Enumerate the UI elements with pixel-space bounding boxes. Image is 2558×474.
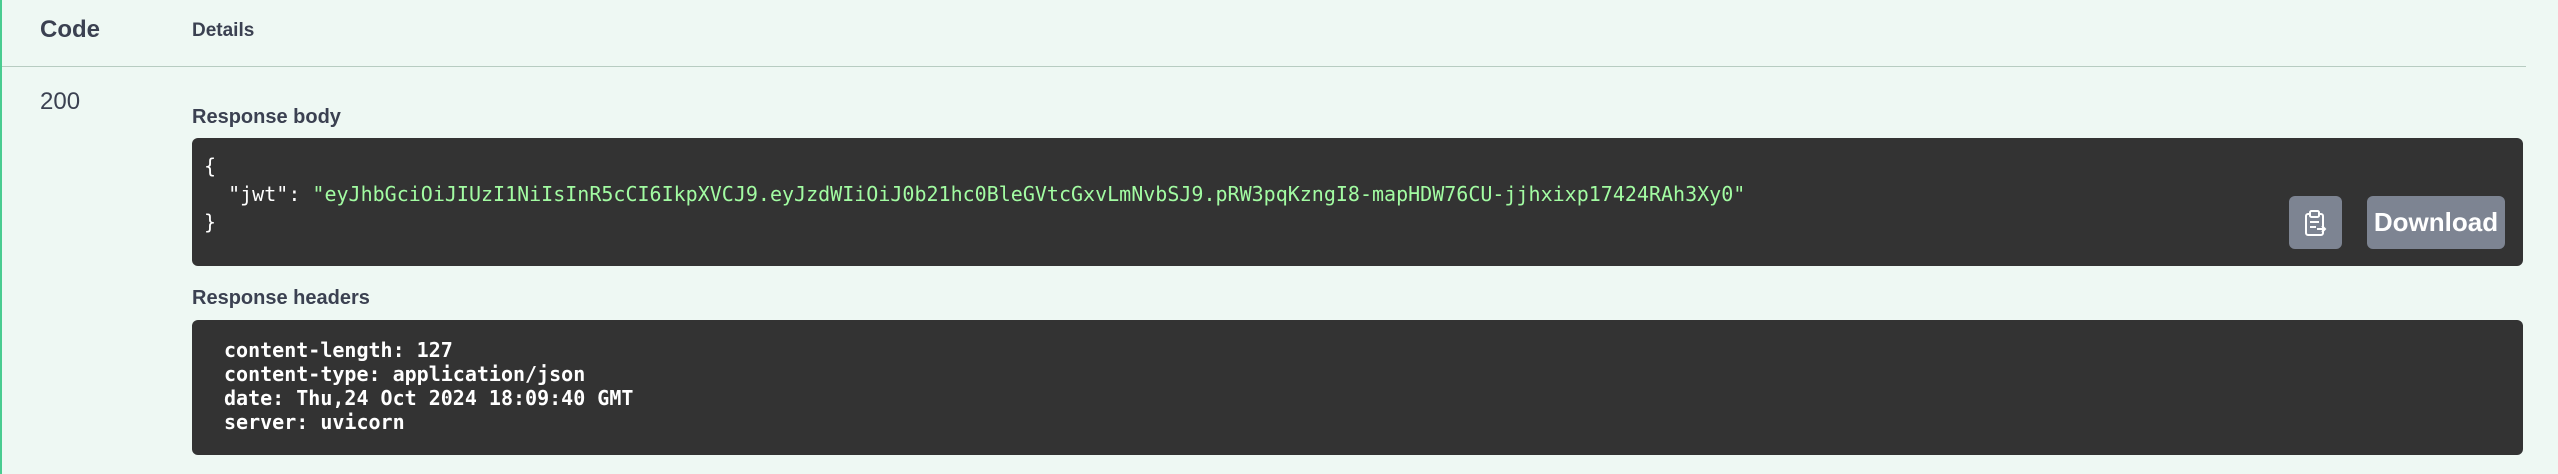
column-header-code: Code [40, 16, 100, 43]
json-close-brace: } [204, 210, 217, 234]
response-status-code: 200 [40, 88, 81, 115]
copy-to-clipboard-button[interactable] [2289, 196, 2342, 249]
json-value-jwt: "eyJhbGciOiJIUzI1NiIsInR5cCI6IkpXVCJ9.ey… [312, 182, 1746, 206]
response-header-line: content-type: application/json [224, 362, 586, 386]
json-jwt-line: "jwt": "eyJhbGciOiJIUzI1NiIsInR5cCI6IkpX… [204, 180, 2511, 208]
json-open-brace: { [204, 154, 217, 178]
response-header-line: server: uvicorn [224, 410, 405, 434]
responses-table-header: Code Details [2, 0, 2526, 67]
response-body-label: Response body [192, 106, 341, 128]
json-key-jwt: "jwt" [228, 182, 289, 206]
column-header-details: Details [192, 20, 255, 41]
response-panel: Code Details 200 Response body { "jwt": … [0, 0, 2558, 474]
download-button[interactable]: Download [2367, 196, 2505, 249]
json-colon: : [288, 182, 313, 206]
clipboard-icon [2304, 209, 2326, 236]
response-headers-code-block[interactable]: content-length: 127 content-type: applic… [192, 320, 2523, 455]
response-headers-label: Response headers [192, 287, 370, 309]
response-header-line: content-length: 127 [224, 338, 453, 362]
response-body-code-block[interactable]: { "jwt": "eyJhbGciOiJIUzI1NiIsInR5cCI6Ik… [192, 138, 2523, 266]
response-header-line: date: Thu,24 Oct 2024 18:09:40 GMT [224, 386, 634, 410]
